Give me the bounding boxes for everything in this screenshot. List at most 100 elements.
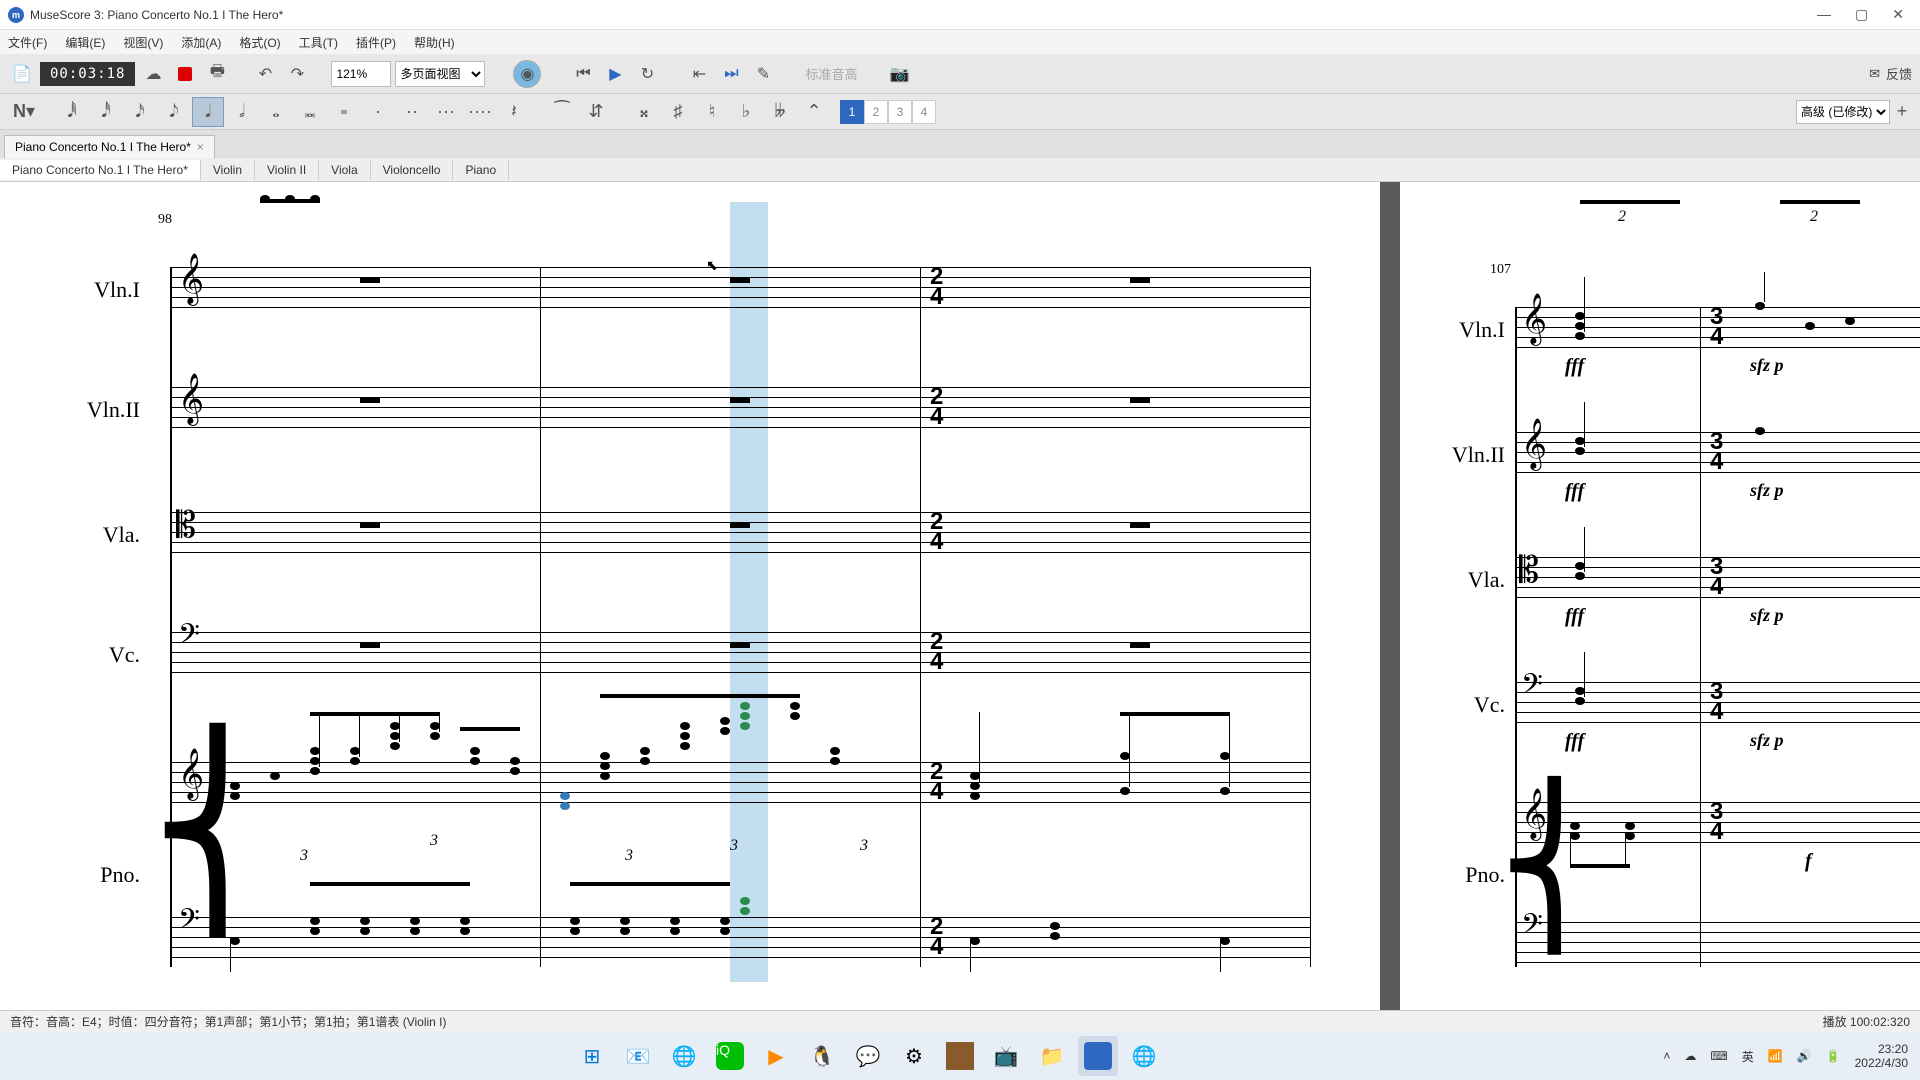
close-button[interactable]: ✕ — [1892, 6, 1904, 23]
print-button[interactable]: 🖶 — [203, 60, 231, 88]
loop-in-button[interactable]: ⇤ — [685, 60, 713, 88]
voice-1-button[interactable]: 1 — [840, 100, 864, 124]
taskbar-minecraft-icon[interactable] — [940, 1036, 980, 1076]
staff-vla[interactable]: 𝄡 24 — [170, 512, 1310, 552]
tray-ime-indicator[interactable]: 英 — [1742, 1048, 1754, 1065]
count-in-button[interactable]: ✎ — [749, 60, 777, 88]
flip-button[interactable]: ⇵ — [580, 97, 612, 127]
taskbar-edge-icon[interactable]: 🌐 — [664, 1036, 704, 1076]
taskbar-explorer-icon[interactable]: 📁 — [1032, 1036, 1072, 1076]
taskbar-chrome-icon[interactable]: 🌐 — [1124, 1036, 1164, 1076]
play-button[interactable]: ▶ — [601, 60, 629, 88]
note-input-mode-button[interactable]: N▾ — [8, 97, 40, 127]
dot-button[interactable]: · — [362, 97, 394, 127]
minimize-button[interactable]: — — [1817, 6, 1831, 23]
part-tab-viola[interactable]: Viola — [319, 160, 370, 180]
tray-wifi-icon[interactable]: 📶 — [1768, 1049, 1783, 1063]
menu-edit[interactable]: 编辑(E) — [65, 34, 105, 51]
concert-pitch-label[interactable]: 标准音高 — [805, 64, 857, 83]
tie-button[interactable]: ⁀ — [546, 97, 578, 127]
tray-onedrive-icon[interactable]: ☁ — [1684, 1049, 1696, 1063]
duration-16th-button[interactable]: 𝅘𝅥𝅯 — [124, 97, 156, 127]
staff-vla[interactable]: 𝄡 34 fff sfz p — [1515, 557, 1920, 597]
staff-vln2[interactable]: 𝄞 34 fff sfz p — [1515, 432, 1920, 472]
start-button[interactable]: ⊞ — [572, 1036, 612, 1076]
duration-64th-button[interactable]: 𝅘𝅥𝅱 — [56, 97, 88, 127]
score-view[interactable]: 98 Vln.I Vln.II Vla. Vc. Pno. 𝄞 24 𝄞 — [0, 182, 1920, 1010]
redo-button[interactable]: ↷ — [283, 60, 311, 88]
metronome-button[interactable]: ◉ — [513, 60, 541, 88]
record-button[interactable] — [171, 60, 199, 88]
loop-button[interactable]: ↻ — [633, 60, 661, 88]
voice-2-button[interactable]: 2 — [864, 100, 888, 124]
duration-breve-button[interactable]: 𝅜 — [294, 97, 326, 127]
zoom-input[interactable] — [331, 61, 391, 87]
screenshot-button[interactable]: 📷 — [885, 60, 913, 88]
maximize-button[interactable]: ▢ — [1855, 6, 1868, 23]
part-tab-cello[interactable]: Violoncello — [371, 160, 454, 180]
tray-clock[interactable]: 23:20 2022/4/30 — [1855, 1042, 1908, 1070]
staff-vln1[interactable]: 𝄞 24 — [170, 267, 1310, 307]
duration-quarter-button[interactable]: 𝅘𝅥 — [192, 97, 224, 127]
duration-longa-button[interactable]: 𝆸 — [328, 97, 360, 127]
marcato-button[interactable]: ⌃ — [798, 97, 830, 127]
taskbar-steam-icon[interactable]: ⚙ — [894, 1036, 934, 1076]
triple-dot-button[interactable]: ··· — [430, 97, 462, 127]
menu-add[interactable]: 添加(A) — [181, 34, 221, 51]
staff-vc[interactable]: 𝄢 24 — [170, 632, 1310, 672]
new-score-button[interactable]: 📄 — [8, 60, 36, 88]
duration-8th-button[interactable]: 𝅘𝅥𝅮 — [158, 97, 190, 127]
taskbar-wechat-icon[interactable]: 💬 — [848, 1036, 888, 1076]
staff-piano-rh[interactable]: 𝄞 3 3 — [170, 762, 1310, 802]
duration-32nd-button[interactable]: 𝅘𝅥𝅰 — [90, 97, 122, 127]
taskbar-media-icon[interactable]: ▶ — [756, 1036, 796, 1076]
part-tab-violin2[interactable]: Violin II — [255, 160, 319, 180]
menu-format[interactable]: 格式(O) — [239, 34, 280, 51]
double-flat-button[interactable]: 𝄫 — [764, 97, 796, 127]
part-tab-violin[interactable]: Violin — [201, 160, 255, 180]
voice-4-button[interactable]: 4 — [912, 100, 936, 124]
document-tab[interactable]: Piano Concerto No.1 I The Hero* × — [4, 135, 215, 158]
rest-button[interactable]: 𝄽 — [498, 97, 530, 127]
staff-vln1[interactable]: 𝄞 34 fff sfz p — [1515, 307, 1920, 347]
part-tab-piano[interactable]: Piano — [453, 160, 509, 180]
tray-keyboard-icon[interactable]: ⌨ — [1710, 1049, 1727, 1063]
voice-3-button[interactable]: 3 — [888, 100, 912, 124]
double-sharp-button[interactable]: 𝄪 — [628, 97, 660, 127]
flat-button[interactable]: ♭ — [730, 97, 762, 127]
staff-piano-lh[interactable]: 𝄢 — [1515, 922, 1920, 962]
staff-piano-lh[interactable]: 𝄢 24 — [170, 917, 1310, 957]
menu-plugins[interactable]: 插件(P) — [356, 34, 396, 51]
menu-tools[interactable]: 工具(T) — [299, 34, 338, 51]
staff-piano-rh[interactable]: 𝄞 34 f — [1515, 802, 1920, 842]
part-tab-main[interactable]: Piano Concerto No.1 I The Hero* — [0, 160, 201, 180]
taskbar-bilibili-icon[interactable]: 📺 — [986, 1036, 1026, 1076]
menu-file[interactable]: 文件(F) — [8, 34, 47, 51]
menu-help[interactable]: 帮助(H) — [414, 34, 455, 51]
loop-out-button[interactable]: ⏭ — [717, 60, 745, 88]
taskbar-musescore-icon[interactable] — [1078, 1036, 1118, 1076]
staff-vc[interactable]: 𝄢 34 fff sfz p — [1515, 682, 1920, 722]
cloud-button[interactable]: ☁ — [139, 60, 167, 88]
workspace-select[interactable]: 高级 (已修改) — [1796, 100, 1890, 124]
tray-chevron-icon[interactable]: ˄ — [1663, 1049, 1670, 1063]
tray-volume-icon[interactable]: 🔊 — [1797, 1049, 1812, 1063]
menu-view[interactable]: 视图(V) — [123, 34, 163, 51]
staff-vln2[interactable]: 𝄞 24 — [170, 387, 1310, 427]
sharp-button[interactable]: ♯ — [662, 97, 694, 127]
feedback-button[interactable]: ✉ 反馈 — [1869, 64, 1912, 83]
taskbar-qq-icon[interactable]: 🐧 — [802, 1036, 842, 1076]
close-tab-button[interactable]: × — [197, 140, 204, 154]
duration-half-button[interactable]: 𝅗𝅥 — [226, 97, 258, 127]
rewind-button[interactable]: ⏮ — [569, 60, 597, 88]
duration-whole-button[interactable]: 𝅝 — [260, 97, 292, 127]
add-workspace-button[interactable]: + — [1892, 97, 1912, 127]
natural-button[interactable]: ♮ — [696, 97, 728, 127]
view-mode-select[interactable]: 多页面视图 — [395, 61, 485, 87]
taskbar-iqiyi-icon[interactable]: iQ — [710, 1036, 750, 1076]
double-dot-button[interactable]: ·· — [396, 97, 428, 127]
quad-dot-button[interactable]: ···· — [464, 97, 496, 127]
undo-button[interactable]: ↶ — [251, 60, 279, 88]
tray-battery-icon[interactable]: 🔋 — [1826, 1049, 1841, 1063]
taskbar-mail-icon[interactable]: 📧 — [618, 1036, 658, 1076]
